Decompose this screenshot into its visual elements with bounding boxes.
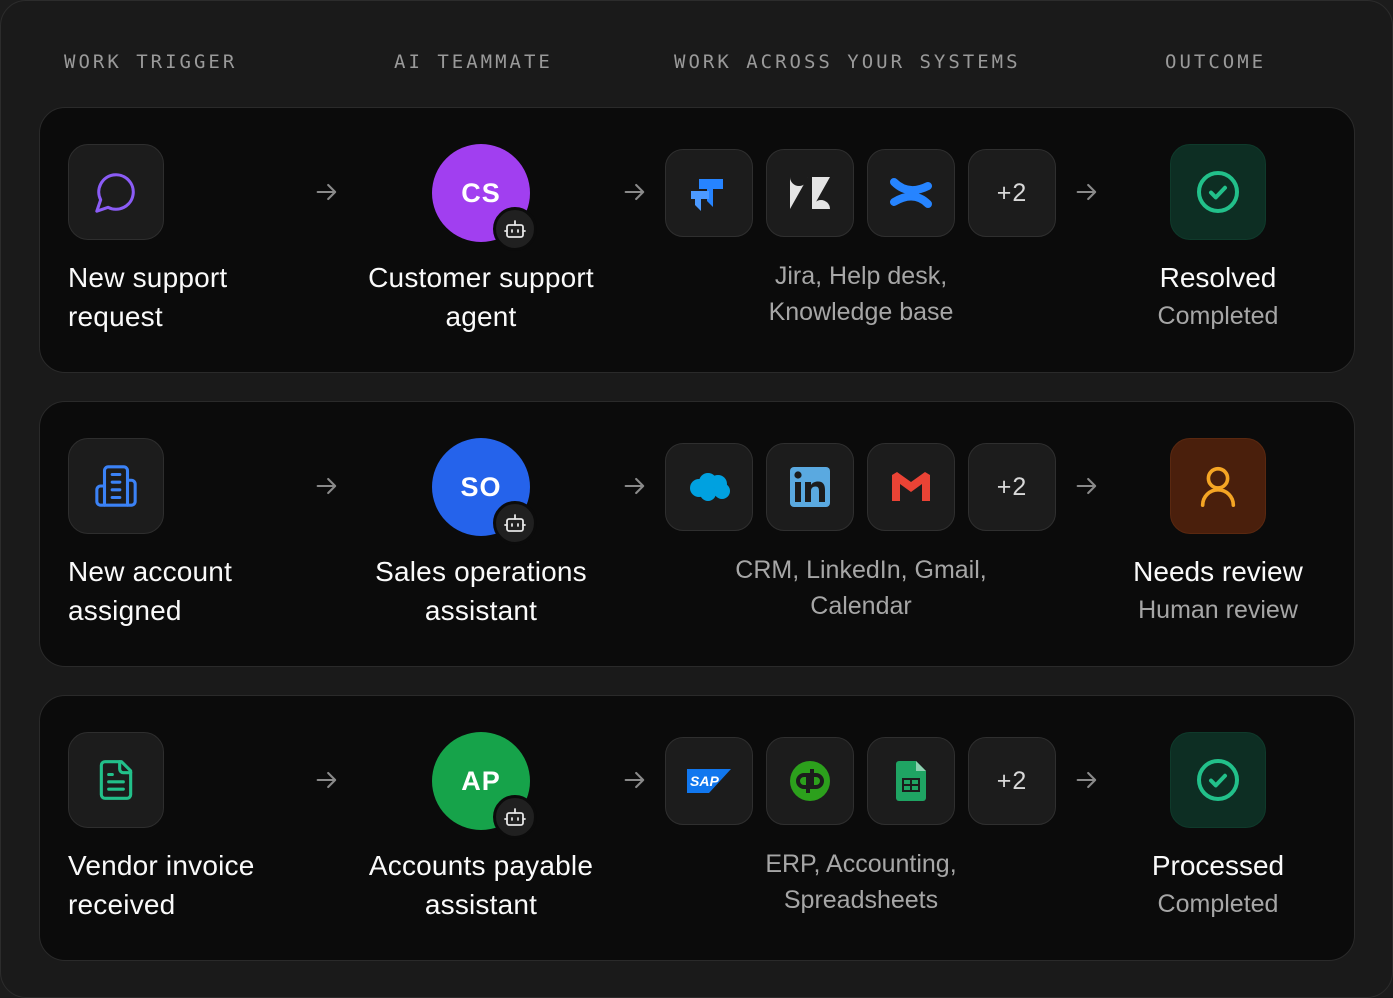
check-circle-icon — [1170, 732, 1266, 828]
systems-label-line2: Calendar — [810, 592, 912, 620]
systems-label-line1: ERP, Accounting, — [765, 850, 957, 878]
systems-label-line1: CRM, LinkedIn, Gmail, — [735, 556, 987, 584]
linkedin-icon — [766, 443, 854, 531]
outcome-subtitle: Completed — [1157, 890, 1279, 918]
jira-icon — [665, 149, 753, 237]
arrow-right-icon — [316, 477, 337, 495]
more-count: +2 — [996, 178, 1028, 207]
trigger-label-line1: New account — [68, 556, 233, 587]
teammate-label: Customer support agent — [331, 258, 631, 336]
arrow-right-icon — [1076, 183, 1097, 201]
trigger-label-line1: Vendor invoice — [68, 850, 255, 881]
outcome-subtitle: Human review — [1138, 596, 1298, 624]
teammate-label-line2: assistant — [424, 889, 538, 920]
trigger-label-line2: received — [68, 889, 176, 920]
trigger-label: New account assigned — [68, 552, 232, 630]
building-icon — [68, 438, 164, 534]
workflow-panel: WORK TRIGGER AI TEAMMATE WORK ACROSS YOU… — [0, 0, 1393, 998]
trigger-label: New support request — [68, 258, 227, 336]
trigger-label-line2: request — [68, 301, 163, 332]
systems-label: ERP, Accounting, Spreadsheets — [671, 846, 1051, 918]
document-icon — [68, 732, 164, 828]
workflow-row-support: New support request CS Customer support … — [39, 107, 1355, 373]
more-systems-badge[interactable]: +2 — [968, 149, 1056, 237]
arrow-right-icon — [624, 477, 645, 495]
systems-label-line2: Spreadsheets — [783, 886, 939, 914]
header-outcome: OUTCOME — [1165, 51, 1267, 73]
trigger-label-line2: assigned — [68, 595, 182, 626]
arrow-right-icon — [316, 771, 337, 789]
systems-label: Jira, Help desk, Knowledge base — [671, 258, 1051, 330]
zendesk-icon — [766, 149, 854, 237]
header-work-trigger: WORK TRIGGER — [64, 51, 238, 73]
workflow-row-invoice: Vendor invoice received AP Accounts paya… — [39, 695, 1355, 961]
trigger-label-line1: New support — [68, 262, 228, 293]
avatar-initials: AP — [461, 765, 501, 796]
more-systems-badge[interactable]: +2 — [968, 443, 1056, 531]
teammate-label-line1: Accounts payable — [368, 850, 594, 881]
systems-label: CRM, LinkedIn, Gmail, Calendar — [671, 552, 1051, 624]
teammate-label-line1: Sales operations — [375, 556, 587, 587]
more-count: +2 — [996, 766, 1028, 795]
chat-bubble-icon — [68, 144, 164, 240]
arrow-right-icon — [624, 771, 645, 789]
user-icon — [1170, 438, 1266, 534]
header-ai-teammate: AI TEAMMATE — [394, 51, 553, 73]
avatar-initials: SO — [460, 471, 502, 502]
systems-label-line2: Knowledge base — [768, 298, 954, 326]
arrow-right-icon — [1076, 771, 1097, 789]
bot-icon — [493, 207, 537, 251]
teammate-label-line2: assistant — [424, 595, 538, 626]
column-headers: WORK TRIGGER AI TEAMMATE WORK ACROSS YOU… — [1, 51, 1392, 77]
sap-icon: SAP — [665, 737, 753, 825]
arrow-right-icon — [624, 183, 645, 201]
salesforce-icon — [665, 443, 753, 531]
arrow-right-icon — [1076, 477, 1097, 495]
outcome-subtitle: Completed — [1157, 302, 1279, 330]
outcome-title: Processed — [1151, 850, 1285, 881]
confluence-icon — [867, 149, 955, 237]
gmail-icon — [867, 443, 955, 531]
more-systems-badge[interactable]: +2 — [968, 737, 1056, 825]
workflow-row-sales: New account assigned SO Sales operations… — [39, 401, 1355, 667]
header-systems: WORK ACROSS YOUR SYSTEMS — [674, 51, 1021, 73]
teammate-label: Accounts payable assistant — [331, 846, 631, 924]
more-count: +2 — [996, 472, 1028, 501]
arrow-right-icon — [316, 183, 337, 201]
svg-text:SAP: SAP — [690, 773, 719, 789]
avatar-initials: CS — [461, 177, 501, 208]
google-sheets-icon — [867, 737, 955, 825]
teammate-label-line2: agent — [445, 301, 517, 332]
outcome-title: Needs review — [1133, 556, 1303, 587]
outcome-title: Resolved — [1159, 262, 1277, 293]
trigger-label: Vendor invoice received — [68, 846, 254, 924]
check-circle-icon — [1170, 144, 1266, 240]
bot-icon — [493, 501, 537, 545]
quickbooks-icon — [766, 737, 854, 825]
bot-icon — [493, 795, 537, 839]
systems-label-line1: Jira, Help desk, — [774, 262, 948, 290]
teammate-label-line1: Customer support — [368, 262, 594, 293]
teammate-label: Sales operations assistant — [331, 552, 631, 630]
